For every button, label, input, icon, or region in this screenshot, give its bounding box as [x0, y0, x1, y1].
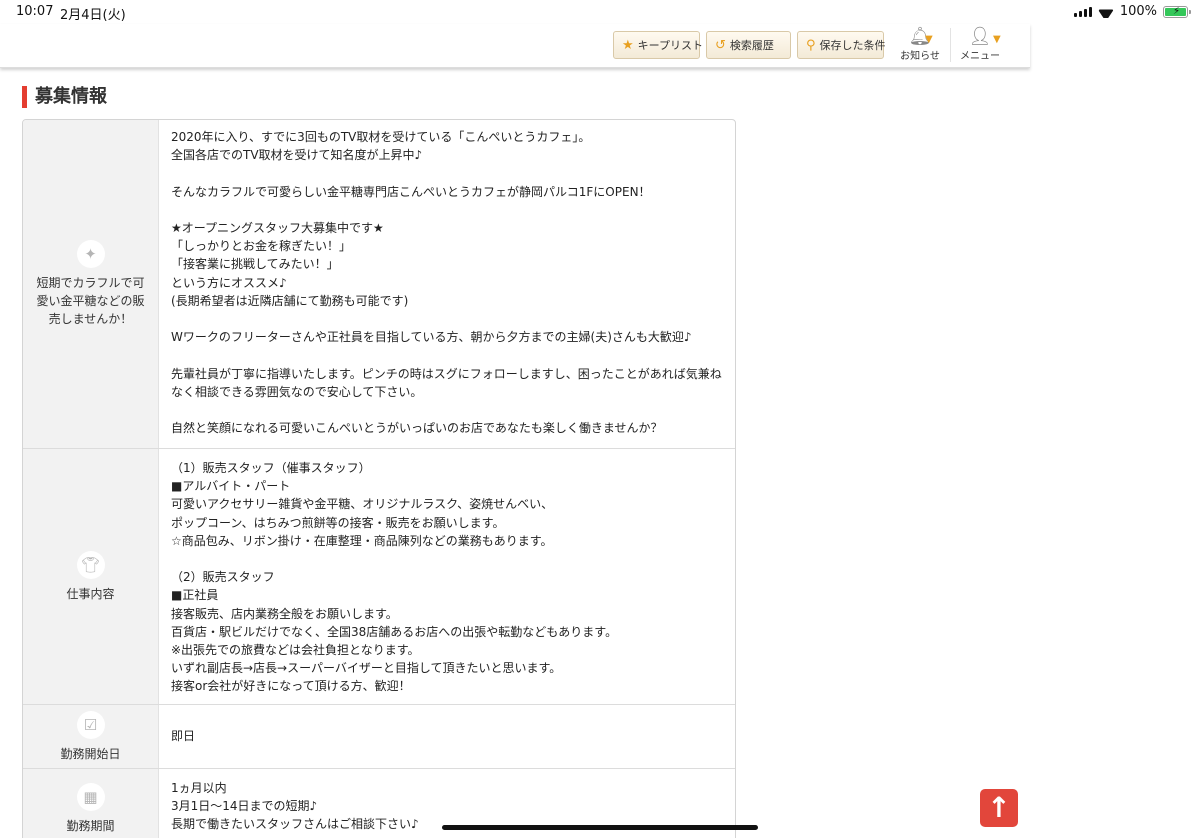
- chevron-down-icon: ▼: [925, 34, 933, 45]
- row-label: ☑ 勤務開始日: [23, 705, 159, 768]
- site-header: ★ キープリスト ↺ 検索履歴 ⚲ 保存した条件 🔔︎ ▼ お知らせ 👤︎ ▼ …: [0, 24, 1030, 68]
- chevron-down-icon: ▼: [993, 34, 1001, 45]
- row-label-text: 短期でカラフルで可愛い金平糖などの販売しませんか！: [36, 276, 145, 326]
- history-icon: ↺: [715, 37, 726, 53]
- calendar-icon: ▦: [76, 783, 105, 811]
- scroll-to-top-button[interactable]: ↑: [980, 789, 1018, 827]
- text-line: 接客or会社が好きになって頂ける方、歓迎！: [171, 679, 411, 694]
- text-line: [171, 550, 723, 568]
- row-label-text: 勤務期間: [66, 819, 115, 833]
- status-date: 2月4日(火): [60, 8, 126, 23]
- search-history-label: 検索履歴: [729, 39, 774, 52]
- row-value: 即日: [159, 705, 735, 768]
- signal-icon: [1073, 6, 1092, 17]
- menu-button[interactable]: 👤︎ ▼ メニュー: [955, 26, 1005, 63]
- text-line: [171, 310, 723, 328]
- text-line: Wワークのフリーターさんや正社員を目指している方、朝から夕方までの主婦(夫)さん…: [171, 330, 692, 345]
- keep-list-button[interactable]: ★ キープリスト: [613, 31, 703, 59]
- text-line: 自然と笑顔になれる可愛いこんぺいとうがいっぱいのお店であなたも楽しく働きませんか…: [171, 421, 663, 436]
- sparkle-icon: ✦: [76, 240, 105, 268]
- header-divider: [950, 28, 951, 62]
- text-line: 3月1日〜14日までの短期♪: [171, 799, 318, 814]
- text-line: 先輩社員が丁寧に指導いたします。ピンチの時はスグにフォローしますし、困ったことが…: [171, 366, 722, 381]
- text-line: ☆商品包み、リボン掛け・在庫整理・商品陳列などの業務もあります。: [171, 533, 553, 548]
- text-line: 百貨店・駅ビルだけでなく、全国38店舗あるお店への出張や転勤などもあります。: [171, 624, 618, 639]
- text-line: [171, 201, 723, 219]
- search-history-button[interactable]: ↺ 検索履歴: [706, 31, 791, 59]
- battery-icon: ⚡: [1163, 5, 1191, 18]
- text-line: (長期希望者は近隣店舗にて勤務も可能です): [171, 293, 409, 308]
- job-info-table: ✦ 短期でカラフルで可愛い金平糖などの販売しませんか！ 2020年に入り、すでに…: [22, 119, 736, 838]
- notifications-button[interactable]: 🔔︎ ▼ お知らせ: [895, 27, 945, 63]
- saved-conditions-label: 保存した条件: [819, 39, 886, 52]
- text-line: ※出張先での旅費などは会社負担となります。: [171, 643, 420, 658]
- text-line: [171, 401, 723, 419]
- menu-label: メニュー: [960, 51, 1000, 62]
- text-line: [171, 164, 723, 182]
- text-line: 全国各店でのTV取材を受けて知名度が上昇中♪: [171, 148, 423, 163]
- text-line: 即日: [171, 729, 196, 744]
- row-value: （1）販売スタッフ（催事スタッフ） ■アルバイト・パート 可愛いアクセサリー雑貨…: [159, 449, 735, 704]
- text-line: 1ヵ月以内: [171, 781, 227, 795]
- text-line: いずれ副店長→店長→スーパーバイザーと目指して頂きたいと思います。: [171, 661, 562, 676]
- section-title: 募集情報: [22, 86, 107, 108]
- text-line: 2020年に入り、すでに3回ものTV取材を受けている「こんぺいとうカフェ」。: [171, 130, 591, 144]
- text-line: 可愛いアクセサリー雑貨や金平糖、オリジナルラスク、姿焼せんべい、: [171, 497, 554, 512]
- text-line: （2）販売スタッフ: [171, 570, 275, 585]
- text-line: ★オープニングスタッフ大募集中です★: [171, 220, 384, 235]
- row-label: ▦ 勤務期間: [23, 769, 159, 838]
- text-line: ■アルバイト・パート: [171, 479, 291, 494]
- calendar-check-icon: ☑: [76, 710, 105, 739]
- row-label-text: 仕事内容: [66, 586, 115, 601]
- text-line: 「接客業に挑戦してみたい！」: [171, 257, 339, 272]
- status-indicators: 100% ⚡: [1073, 4, 1191, 19]
- row-label: ✦ 短期でカラフルで可愛い金平糖などの販売しませんか！: [23, 120, 159, 448]
- text-line: ■正社員: [171, 588, 219, 603]
- status-time: 10:07: [16, 4, 54, 19]
- row-label: 👕︎ 仕事内容: [23, 449, 159, 704]
- text-line: なく相談できる雰囲気なので安心して下さい。: [171, 384, 423, 399]
- notifications-label: お知らせ: [900, 51, 940, 62]
- table-row: ☑ 勤務開始日 即日: [23, 705, 735, 769]
- star-icon: ★: [622, 37, 634, 53]
- home-indicator[interactable]: [442, 825, 758, 830]
- text-line: そんなカラフルで可愛らしい金平糖専門店こんぺいとうカフェが静岡パルコ1FにOPE…: [171, 184, 651, 199]
- table-row: 👕︎ 仕事内容 （1）販売スタッフ（催事スタッフ） ■アルバイト・パート 可愛い…: [23, 449, 735, 705]
- text-line: 「しっかりとお金を稼ぎたい！」: [171, 239, 352, 254]
- text-line: 接客販売、店内業務全般をお願いします。: [171, 606, 398, 621]
- row-value: 2020年に入り、すでに3回ものTV取材を受けている「こんぺいとうカフェ」。 全…: [159, 120, 735, 448]
- saved-conditions-button[interactable]: ⚲ 保存した条件: [797, 31, 886, 59]
- battery-percent: 100%: [1119, 4, 1157, 19]
- wifi-icon: [1098, 6, 1114, 18]
- text-line: という方にオススメ♪: [171, 275, 287, 290]
- keep-list-label: キープリスト: [637, 39, 703, 52]
- search-icon: ⚲: [806, 37, 816, 53]
- text-line: （1）販売スタッフ（催事スタッフ）: [171, 461, 371, 475]
- table-row: ✦ 短期でカラフルで可愛い金平糖などの販売しませんか！ 2020年に入り、すでに…: [23, 120, 735, 449]
- row-label-text: 勤務開始日: [60, 746, 121, 761]
- arrow-up-icon: ↑: [987, 791, 1011, 824]
- shirt-icon: 👕︎: [76, 550, 105, 579]
- text-line: ポップコーン、はちみつ煎餅等の接客・販売をお願いします。: [171, 515, 505, 530]
- status-bar: 10:07 2月4日(火) 100% ⚡: [0, 0, 1200, 24]
- text-line: [171, 346, 723, 364]
- user-icon: 👤︎: [968, 26, 992, 47]
